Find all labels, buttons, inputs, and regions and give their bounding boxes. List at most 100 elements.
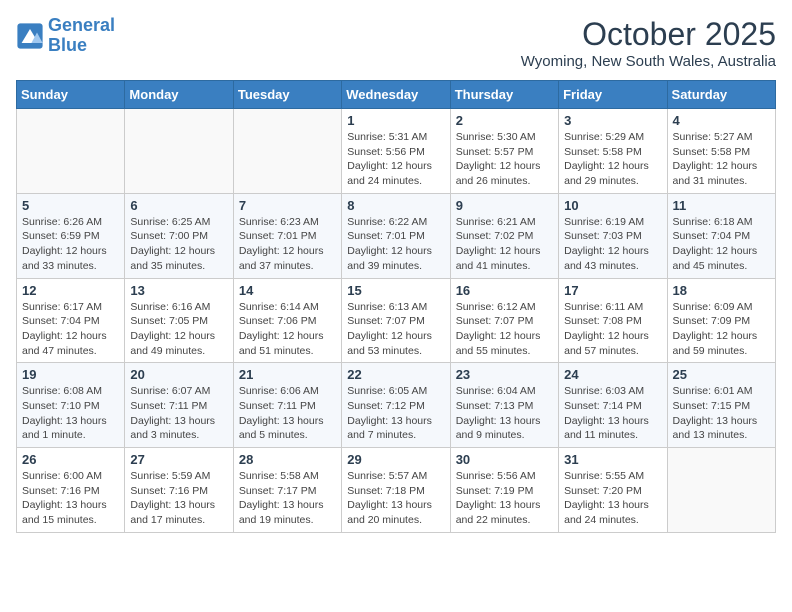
day-cell: 18 Sunrise: 6:09 AM Sunset: 7:09 PM Dayli… xyxy=(667,278,775,363)
week-row-1: 1 Sunrise: 5:31 AM Sunset: 5:56 PM Daylig… xyxy=(17,109,776,194)
day-cell: 23Sunrise: 6:04 AM Sunset: 7:13 PM Dayli… xyxy=(450,363,558,448)
logo-line1: General xyxy=(48,15,115,35)
weekday-header-thursday: Thursday xyxy=(450,81,558,109)
location-subtitle: Wyoming, New South Wales, Australia xyxy=(521,53,776,70)
day-number: 21 xyxy=(239,367,336,382)
day-cell: 19Sunrise: 6:08 AM Sunset: 7:10 PM Dayli… xyxy=(17,363,125,448)
day-info: Sunrise: 6:00 AM Sunset: 7:16 PM Dayligh… xyxy=(22,469,119,528)
day-info: Sunrise: 6:12 AM Sunset: 7:07 PM Dayligh… xyxy=(456,300,553,359)
day-cell: 17 Sunrise: 6:11 AM Sunset: 7:08 PM Dayli… xyxy=(559,278,667,363)
day-cell: 12Sunrise: 6:17 AM Sunset: 7:04 PM Dayli… xyxy=(17,278,125,363)
day-number: 13 xyxy=(130,283,227,298)
day-number: 8 xyxy=(347,198,444,213)
day-number: 16 xyxy=(456,283,553,298)
day-number: 23 xyxy=(456,367,553,382)
day-cell: 2Sunrise: 5:30 AM Sunset: 5:57 PM Daylig… xyxy=(450,109,558,194)
weekday-header-saturday: Saturday xyxy=(667,81,775,109)
day-info: Sunrise: 6:05 AM Sunset: 7:12 PM Dayligh… xyxy=(347,384,444,443)
day-info: Sunrise: 5:27 AM Sunset: 5:58 PM Dayligh… xyxy=(673,130,770,189)
week-row-5: 26 Sunrise: 6:00 AM Sunset: 7:16 PM Dayli… xyxy=(17,448,776,533)
day-cell: 6Sunrise: 6:25 AM Sunset: 7:00 PM Daylig… xyxy=(125,193,233,278)
month-title: October 2025 xyxy=(521,16,776,53)
day-cell: 4Sunrise: 5:27 AM Sunset: 5:58 PM Daylig… xyxy=(667,109,775,194)
day-number: 17 xyxy=(564,283,661,298)
day-info: Sunrise: 6:13 AM Sunset: 7:07 PM Dayligh… xyxy=(347,300,444,359)
day-number: 27 xyxy=(130,452,227,467)
day-info: Sunrise: 6:09 AM Sunset: 7:09 PM Dayligh… xyxy=(673,300,770,359)
day-cell: 7Sunrise: 6:23 AM Sunset: 7:01 PM Daylig… xyxy=(233,193,341,278)
day-cell: 20 Sunrise: 6:07 AM Sunset: 7:11 PM Dayli… xyxy=(125,363,233,448)
logo-icon xyxy=(16,22,44,50)
day-cell: 8 Sunrise: 6:22 AM Sunset: 7:01 PM Daylig… xyxy=(342,193,450,278)
day-cell: 31 Sunrise: 5:55 AM Sunset: 7:20 PM Dayli… xyxy=(559,448,667,533)
day-number: 3 xyxy=(564,113,661,128)
day-info: Sunrise: 6:17 AM Sunset: 7:04 PM Dayligh… xyxy=(22,300,119,359)
week-row-3: 12Sunrise: 6:17 AM Sunset: 7:04 PM Dayli… xyxy=(17,278,776,363)
day-cell: 27Sunrise: 5:59 AM Sunset: 7:16 PM Dayli… xyxy=(125,448,233,533)
day-info: Sunrise: 6:22 AM Sunset: 7:01 PM Dayligh… xyxy=(347,215,444,274)
day-cell: 11 Sunrise: 6:18 AM Sunset: 7:04 PM Dayli… xyxy=(667,193,775,278)
day-number: 18 xyxy=(673,283,770,298)
day-cell: 16 Sunrise: 6:12 AM Sunset: 7:07 PM Dayli… xyxy=(450,278,558,363)
day-info: Sunrise: 6:18 AM Sunset: 7:04 PM Dayligh… xyxy=(673,215,770,274)
day-cell: 25 Sunrise: 6:01 AM Sunset: 7:15 PM Dayli… xyxy=(667,363,775,448)
day-cell: 21 Sunrise: 6:06 AM Sunset: 7:11 PM Dayli… xyxy=(233,363,341,448)
day-info: Sunrise: 6:26 AM Sunset: 6:59 PM Dayligh… xyxy=(22,215,119,274)
day-info: Sunrise: 6:03 AM Sunset: 7:14 PM Dayligh… xyxy=(564,384,661,443)
day-info: Sunrise: 6:11 AM Sunset: 7:08 PM Dayligh… xyxy=(564,300,661,359)
day-number: 15 xyxy=(347,283,444,298)
day-cell: 3 Sunrise: 5:29 AM Sunset: 5:58 PM Daylig… xyxy=(559,109,667,194)
day-number: 11 xyxy=(673,198,770,213)
logo: General Blue xyxy=(16,16,115,56)
day-cell: 13 Sunrise: 6:16 AM Sunset: 7:05 PM Dayli… xyxy=(125,278,233,363)
day-number: 26 xyxy=(22,452,119,467)
day-info: Sunrise: 5:57 AM Sunset: 7:18 PM Dayligh… xyxy=(347,469,444,528)
day-cell: 24Sunrise: 6:03 AM Sunset: 7:14 PM Dayli… xyxy=(559,363,667,448)
day-number: 1 xyxy=(347,113,444,128)
day-cell xyxy=(667,448,775,533)
day-info: Sunrise: 6:01 AM Sunset: 7:15 PM Dayligh… xyxy=(673,384,770,443)
day-info: Sunrise: 5:55 AM Sunset: 7:20 PM Dayligh… xyxy=(564,469,661,528)
day-number: 31 xyxy=(564,452,661,467)
weekday-header-tuesday: Tuesday xyxy=(233,81,341,109)
day-info: Sunrise: 5:56 AM Sunset: 7:19 PM Dayligh… xyxy=(456,469,553,528)
day-cell: 1 Sunrise: 5:31 AM Sunset: 5:56 PM Daylig… xyxy=(342,109,450,194)
day-info: Sunrise: 5:29 AM Sunset: 5:58 PM Dayligh… xyxy=(564,130,661,189)
logo-text: General Blue xyxy=(48,16,115,56)
day-number: 9 xyxy=(456,198,553,213)
day-number: 20 xyxy=(130,367,227,382)
weekday-header-monday: Monday xyxy=(125,81,233,109)
day-info: Sunrise: 5:30 AM Sunset: 5:57 PM Dayligh… xyxy=(456,130,553,189)
day-number: 25 xyxy=(673,367,770,382)
day-cell xyxy=(233,109,341,194)
day-info: Sunrise: 6:08 AM Sunset: 7:10 PM Dayligh… xyxy=(22,384,119,443)
day-number: 29 xyxy=(347,452,444,467)
weekday-header-wednesday: Wednesday xyxy=(342,81,450,109)
title-area: October 2025 Wyoming, New South Wales, A… xyxy=(521,16,776,70)
day-cell: 14Sunrise: 6:14 AM Sunset: 7:06 PM Dayli… xyxy=(233,278,341,363)
day-cell: 10Sunrise: 6:19 AM Sunset: 7:03 PM Dayli… xyxy=(559,193,667,278)
day-number: 14 xyxy=(239,283,336,298)
day-cell: 15 Sunrise: 6:13 AM Sunset: 7:07 PM Dayli… xyxy=(342,278,450,363)
day-info: Sunrise: 6:07 AM Sunset: 7:11 PM Dayligh… xyxy=(130,384,227,443)
day-number: 22 xyxy=(347,367,444,382)
weekday-header-friday: Friday xyxy=(559,81,667,109)
calendar-table: SundayMondayTuesdayWednesdayThursdayFrid… xyxy=(16,80,776,533)
day-cell: 30Sunrise: 5:56 AM Sunset: 7:19 PM Dayli… xyxy=(450,448,558,533)
day-cell: 28Sunrise: 5:58 AM Sunset: 7:17 PM Dayli… xyxy=(233,448,341,533)
day-info: Sunrise: 6:16 AM Sunset: 7:05 PM Dayligh… xyxy=(130,300,227,359)
day-number: 28 xyxy=(239,452,336,467)
day-cell: 9Sunrise: 6:21 AM Sunset: 7:02 PM Daylig… xyxy=(450,193,558,278)
day-number: 7 xyxy=(239,198,336,213)
day-info: Sunrise: 6:25 AM Sunset: 7:00 PM Dayligh… xyxy=(130,215,227,274)
day-cell: 5Sunrise: 6:26 AM Sunset: 6:59 PM Daylig… xyxy=(17,193,125,278)
week-row-4: 19Sunrise: 6:08 AM Sunset: 7:10 PM Dayli… xyxy=(17,363,776,448)
day-cell: 26 Sunrise: 6:00 AM Sunset: 7:16 PM Dayli… xyxy=(17,448,125,533)
day-cell: 29 Sunrise: 5:57 AM Sunset: 7:18 PM Dayli… xyxy=(342,448,450,533)
day-info: Sunrise: 5:31 AM Sunset: 5:56 PM Dayligh… xyxy=(347,130,444,189)
day-info: Sunrise: 6:06 AM Sunset: 7:11 PM Dayligh… xyxy=(239,384,336,443)
page-header: General Blue October 2025 Wyoming, New S… xyxy=(16,16,776,70)
weekday-header-row: SundayMondayTuesdayWednesdayThursdayFrid… xyxy=(17,81,776,109)
day-info: Sunrise: 6:19 AM Sunset: 7:03 PM Dayligh… xyxy=(564,215,661,274)
logo-line2: Blue xyxy=(48,35,87,55)
